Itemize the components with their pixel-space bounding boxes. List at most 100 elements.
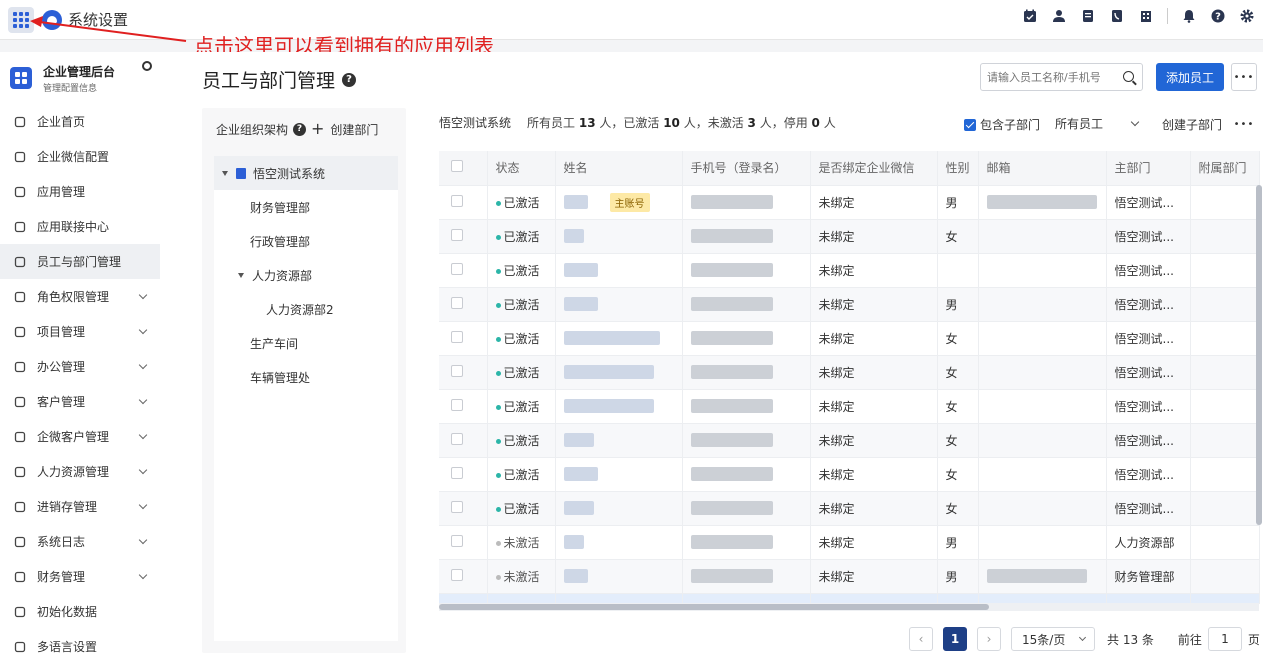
sidebar-item-3[interactable]: 应用联接中心 — [0, 209, 168, 244]
row-checkbox[interactable] — [451, 500, 463, 513]
help-icon[interactable]: ? — [342, 72, 357, 87]
sidebar-settings-icon[interactable] — [142, 61, 152, 71]
row-checkbox[interactable] — [451, 466, 463, 479]
more-actions-button[interactable]: ••• — [1231, 110, 1257, 138]
row-checkbox[interactable] — [451, 568, 463, 581]
row-checkbox-cell[interactable] — [439, 423, 488, 458]
row-checkbox-cell[interactable] — [439, 457, 488, 492]
column-header[interactable]: 邮箱 — [978, 151, 1107, 186]
next-page-button[interactable]: › — [977, 627, 1001, 651]
prev-page-button[interactable]: ‹ — [909, 627, 933, 651]
employee-search[interactable] — [980, 63, 1143, 91]
sidebar-item-8[interactable]: 客户管理 — [0, 384, 168, 419]
calendar-check-icon[interactable] — [1022, 8, 1038, 24]
row-checkbox[interactable] — [451, 432, 463, 445]
building-icon[interactable] — [1138, 8, 1154, 24]
plus-icon[interactable]: + — [311, 121, 324, 137]
page-size-select[interactable]: 15条/页 — [1011, 627, 1095, 651]
tree-node[interactable]: 悟空测试系统 — [214, 156, 398, 190]
row-checkbox[interactable] — [451, 398, 463, 411]
sidebar-item-12[interactable]: 系统日志 — [0, 524, 168, 559]
app-grid-icon[interactable] — [8, 6, 34, 33]
row-checkbox-cell[interactable] — [439, 253, 488, 288]
user-icon[interactable] — [1051, 8, 1067, 24]
row-checkbox[interactable] — [451, 364, 463, 377]
column-header[interactable]: 状态 — [487, 151, 556, 186]
caret-down-icon[interactable] — [238, 272, 244, 278]
column-header[interactable]: 附属部门 — [1190, 151, 1260, 186]
sidebar-item-7[interactable]: 办公管理 — [0, 349, 168, 384]
sidebar-item-13[interactable]: 财务管理 — [0, 559, 168, 594]
page-1-button[interactable]: 1 — [943, 627, 967, 651]
row-checkbox[interactable] — [451, 330, 463, 343]
column-header[interactable]: 姓名 — [555, 151, 683, 186]
column-header[interactable]: 是否绑定企业微信 — [810, 151, 938, 186]
sidebar-item-4[interactable]: 员工与部门管理 — [0, 244, 160, 279]
table-vertical-scrollbar[interactable] — [1256, 185, 1262, 600]
sidebar-item-15[interactable]: 多语言设置 — [0, 629, 168, 653]
search-input[interactable] — [987, 70, 1117, 84]
row-checkbox-cell[interactable] — [439, 321, 488, 356]
row-checkbox[interactable] — [451, 228, 463, 241]
sidebar-item-2[interactable]: 应用管理 — [0, 174, 168, 209]
row-checkbox-cell[interactable] — [439, 559, 488, 594]
help-icon[interactable]: ? — [1210, 8, 1226, 24]
row-checkbox-cell[interactable] — [439, 287, 488, 322]
table-row[interactable]: 已激活 未绑定女 悟空测试... — [439, 219, 1260, 254]
table-row[interactable]: 已激活 未绑定男 悟空测试... — [439, 287, 1260, 322]
sidebar-item-6[interactable]: 项目管理 — [0, 314, 168, 349]
caret-down-icon[interactable] — [222, 170, 228, 176]
column-header[interactable]: 性别 — [937, 151, 979, 186]
column-header[interactable]: 手机号（登录名） — [682, 151, 811, 186]
create-subdepartment-button[interactable]: 创建子部门 — [1162, 116, 1222, 133]
row-checkbox-cell[interactable] — [439, 389, 488, 424]
row-checkbox[interactable] — [451, 194, 463, 207]
goto-page-input[interactable]: 1 — [1207, 627, 1242, 651]
bell-icon[interactable] — [1181, 8, 1197, 24]
table-horizontal-scrollbar[interactable] — [439, 603, 1259, 611]
search-icon[interactable] — [1123, 71, 1134, 82]
add-employee-button[interactable]: 添加员工 — [1156, 63, 1224, 91]
table-row[interactable]: 已激活 未绑定女 悟空测试... — [439, 457, 1260, 492]
sidebar-item-10[interactable]: 人力资源管理 — [0, 454, 168, 489]
table-row[interactable]: 已激活 未绑定 悟空测试... — [439, 253, 1260, 288]
table-row[interactable]: 已激活 未绑定女 悟空测试... — [439, 389, 1260, 424]
table-row[interactable]: 未激活 未绑定男 人力资源部 — [439, 525, 1260, 560]
row-checkbox-cell[interactable] — [439, 491, 488, 526]
tree-node[interactable]: 行政管理部 — [214, 224, 398, 258]
table-row[interactable]: 已激活 未绑定女 悟空测试... — [439, 355, 1260, 390]
select-all-cell[interactable] — [439, 151, 488, 186]
row-checkbox-cell[interactable] — [439, 219, 488, 254]
more-actions-button[interactable]: ••• — [1231, 63, 1257, 91]
sidebar-item-11[interactable]: 进销存管理 — [0, 489, 168, 524]
row-checkbox[interactable] — [451, 262, 463, 275]
row-checkbox-cell[interactable] — [439, 525, 488, 560]
sidebar-item-1[interactable]: 企业微信配置 — [0, 139, 168, 174]
row-checkbox[interactable] — [451, 296, 463, 309]
row-checkbox[interactable] — [451, 534, 463, 547]
tree-node[interactable]: 车辆管理处 — [214, 360, 398, 394]
tree-node[interactable]: 财务管理部 — [214, 190, 398, 224]
tree-node[interactable]: 人力资源部2 — [214, 292, 398, 326]
phone-book-icon[interactable] — [1109, 8, 1125, 24]
table-row[interactable]: 已激活 未绑定女 悟空测试... — [439, 423, 1260, 458]
select-all-checkbox[interactable] — [451, 160, 463, 173]
sidebar-item-0[interactable]: 企业首页 — [0, 104, 168, 139]
table-row[interactable]: 已激活 未绑定女 悟空测试... — [439, 491, 1260, 526]
table-row[interactable]: 已激活 未绑定女 悟空测试... — [439, 321, 1260, 356]
include-subdept-checkbox[interactable]: 包含子部门 — [964, 116, 1040, 133]
row-checkbox-cell[interactable] — [439, 185, 488, 220]
sidebar-item-5[interactable]: 角色权限管理 — [0, 279, 168, 314]
employee-filter-select[interactable]: 所有员工 — [1055, 110, 1154, 136]
table-row[interactable]: 未激活 未绑定男 财务管理部 — [439, 559, 1260, 594]
document-icon[interactable] — [1080, 8, 1096, 24]
tree-node[interactable]: 生产车间 — [214, 326, 398, 360]
tree-node[interactable]: 人力资源部 — [214, 258, 398, 292]
row-checkbox-cell[interactable] — [439, 355, 488, 390]
checkbox-checked-icon[interactable] — [964, 118, 976, 131]
help-icon[interactable]: ? — [293, 122, 307, 136]
table-row[interactable]: 已激活 主账号 未绑定男 悟空测试... — [439, 185, 1260, 220]
column-header[interactable]: 主部门 — [1106, 151, 1191, 186]
sidebar-item-9[interactable]: 企微客户管理 — [0, 419, 168, 454]
sidebar-item-14[interactable]: 初始化数据 — [0, 594, 168, 629]
